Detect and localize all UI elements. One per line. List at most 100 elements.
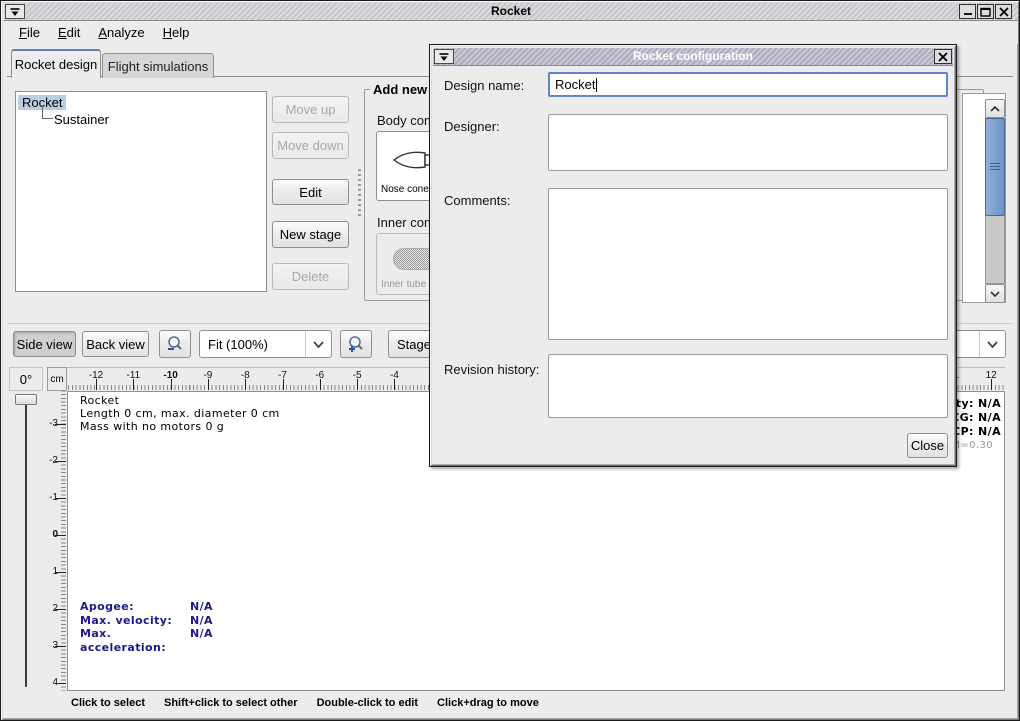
- menu-item-file[interactable]: File: [10, 23, 49, 42]
- rocket-info-line: Length 0 cm, max. diameter 0 cm: [80, 407, 280, 420]
- button-label: Stage: [397, 337, 431, 352]
- ruler-label: -12: [89, 370, 103, 381]
- maximize-button[interactable]: [977, 4, 994, 19]
- vertical-ruler: -3-2-101234: [47, 391, 67, 691]
- zoom-in-button[interactable]: [340, 330, 372, 358]
- tree-item-rocket[interactable]: Rocket: [18, 94, 266, 111]
- combo-arrow[interactable]: [979, 331, 1005, 357]
- ruler-unit-label: cm: [50, 374, 63, 385]
- flight-data-label: Apogee:: [80, 600, 190, 614]
- ruler-label: -3: [47, 418, 58, 429]
- zoom-level-value: Fit (100%): [200, 337, 305, 352]
- status-bar: Click to selectShift+click to select oth…: [71, 697, 539, 709]
- ruler-label: -2: [47, 455, 58, 466]
- scroll-up-button[interactable]: [985, 99, 1005, 118]
- scrollbar-thumb[interactable]: [985, 118, 1005, 216]
- minimize-icon: [963, 7, 973, 16]
- window-title: Rocket: [4, 3, 1018, 20]
- edit-button[interactable]: Edit: [272, 179, 349, 205]
- flight-data-row: Max. acceleration:N/A: [80, 627, 213, 654]
- rocket-info-line: Mass with no motors 0 g: [80, 420, 280, 433]
- body-components-label: Body com: [377, 113, 435, 128]
- menu-item-edit[interactable]: Edit: [49, 23, 89, 42]
- combo-arrow[interactable]: [305, 331, 331, 357]
- status-hint: Click to select: [71, 697, 145, 709]
- close-icon: [938, 52, 948, 62]
- revision-history-label: Revision history:: [444, 362, 539, 377]
- ruler-label: -11: [126, 370, 140, 381]
- ruler-label: -9: [203, 370, 212, 381]
- ruler-unit-box: cm: [47, 367, 67, 391]
- flight-data-text: Apogee:N/AMax. velocity:N/AMax. accelera…: [80, 600, 213, 654]
- chevron-up-icon: [990, 106, 1000, 112]
- maximize-icon: [980, 7, 991, 17]
- close-icon: [999, 7, 1009, 17]
- ruler-label: -5: [353, 370, 362, 381]
- text-caret: [596, 78, 597, 92]
- dialog-title: Rocket configuration: [433, 48, 953, 65]
- rocket-info-line: Rocket: [80, 394, 280, 407]
- chevron-down-icon: [990, 291, 1000, 297]
- rotation-label: 0°: [9, 367, 43, 391]
- ruler-label: -7: [278, 370, 287, 381]
- designer-textarea[interactable]: [548, 114, 948, 171]
- menu-item-help[interactable]: Help: [154, 23, 199, 42]
- window-titlebar[interactable]: Rocket: [4, 3, 1018, 21]
- dialog-close-action-button[interactable]: Close: [907, 433, 948, 458]
- new-stage-button[interactable]: New stage: [272, 221, 349, 248]
- window-menu-icon[interactable]: [5, 4, 25, 19]
- main-window: Rocket FileEditAnalyzeHelp Rocket design…: [0, 0, 1020, 721]
- status-line: CP: N/A: [951, 425, 1001, 439]
- flight-data-value: N/A: [190, 627, 213, 654]
- comments-textarea[interactable]: [548, 188, 948, 340]
- design-name-input[interactable]: Rocket: [548, 72, 948, 97]
- status-hint: Click+drag to move: [437, 697, 539, 709]
- stability-status-text: ity: N/ACG: N/ACP: N/A: [951, 397, 1001, 439]
- back-view-button[interactable]: Back view: [82, 331, 149, 357]
- ruler-label: 3: [47, 640, 58, 651]
- zoom-out-button[interactable]: [159, 330, 191, 358]
- flight-data-row: Apogee:N/A: [80, 600, 213, 614]
- rocket-configuration-dialog: Rocket configuration Design name: Rocket…: [429, 44, 957, 467]
- dialog-menu-icon[interactable]: [434, 49, 454, 64]
- menu-bar: FileEditAnalyzeHelp: [4, 21, 1018, 44]
- ruler-label: -10: [163, 370, 177, 381]
- scroll-down-button[interactable]: [985, 284, 1005, 303]
- menu-underline: F: [19, 25, 27, 40]
- system-menu-icon: [9, 7, 21, 17]
- rotation-slider-handle[interactable]: [15, 394, 37, 405]
- tree-item-sustainer[interactable]: Sustainer: [18, 111, 266, 128]
- menu-underline: A: [98, 25, 107, 40]
- move-up-button[interactable]: Move up: [272, 96, 349, 123]
- tab-flight-simulations[interactable]: Flight simulations: [102, 53, 214, 78]
- side-view-button[interactable]: Side view: [13, 331, 76, 357]
- flight-data-value: N/A: [190, 600, 213, 614]
- dialog-titlebar[interactable]: Rocket configuration: [433, 48, 953, 66]
- menu-item-analyze[interactable]: Analyze: [89, 23, 153, 42]
- delete-button[interactable]: Delete: [272, 263, 349, 290]
- close-button[interactable]: [995, 4, 1012, 19]
- revision-history-textarea[interactable]: [548, 354, 948, 418]
- button-label: Move up: [286, 102, 336, 117]
- designer-label: Designer:: [444, 119, 500, 134]
- ruler-label: 4: [47, 677, 58, 688]
- inner-components-label: Inner com: [377, 215, 435, 230]
- move-down-button[interactable]: Move down: [272, 132, 349, 159]
- minimize-button[interactable]: [959, 4, 976, 19]
- button-label: Edit: [299, 185, 321, 200]
- button-label: Move down: [277, 138, 343, 153]
- ruler-label: 12: [986, 370, 997, 381]
- flight-data-row: Max. velocity:N/A: [80, 614, 213, 628]
- button-label: Close: [911, 438, 944, 453]
- dialog-close-button[interactable]: [934, 49, 952, 64]
- button-label: Back view: [86, 337, 145, 352]
- design-name-value: Rocket: [555, 77, 595, 92]
- tab-rocket-design[interactable]: Rocket design: [11, 49, 101, 78]
- rotation-slider-track[interactable]: [25, 401, 27, 687]
- status-line: CG: N/A: [951, 411, 1001, 425]
- flight-data-label: Max. velocity:: [80, 614, 190, 628]
- zoom-level-combobox[interactable]: Fit (100%): [199, 330, 332, 358]
- ruler-label: -1: [47, 492, 58, 503]
- tree-item-label: Sustainer: [54, 112, 109, 127]
- splitter-handle[interactable]: [358, 169, 361, 217]
